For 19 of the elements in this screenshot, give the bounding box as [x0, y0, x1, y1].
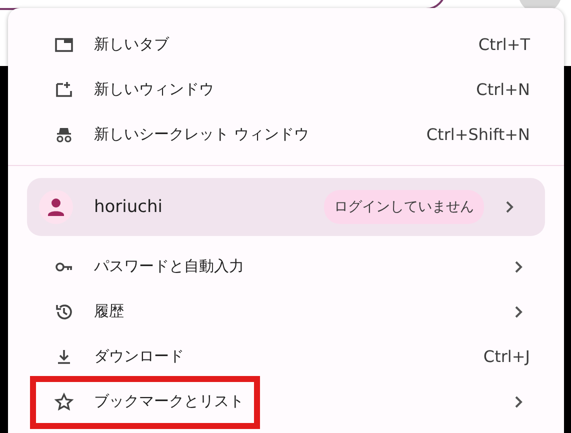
person-icon — [39, 190, 73, 224]
menu-item[interactable]: ブックマークとリスト — [30, 379, 554, 424]
menu-item[interactable]: 新しいウィンドウ Ctrl+N — [46, 67, 554, 112]
menu-item[interactable]: ダウンロード Ctrl+J — [46, 334, 554, 379]
shortcut-label: Ctrl+Shift+N — [426, 125, 530, 144]
profile-name: horiuchi — [94, 197, 164, 217]
chevron-icon — [504, 200, 516, 214]
history-icon — [54, 302, 74, 322]
new-window-icon — [54, 80, 74, 100]
menu-item[interactable]: 新しいシークレット ウィンドウ Ctrl+Shift+N — [46, 112, 554, 157]
shortcut-label: Ctrl+N — [476, 80, 530, 99]
menu-item[interactable]: 新しいタブ Ctrl+T — [46, 22, 554, 67]
shortcut-label: Ctrl+T — [478, 35, 530, 54]
sign-in-status: ログインしていません — [324, 190, 484, 224]
shortcut-label: Ctrl+J — [483, 347, 530, 366]
profile-card[interactable]: horiuchi ログインしていません — [27, 178, 545, 236]
star-icon — [54, 392, 74, 412]
menu-item[interactable]: パスワードと自動入力 — [46, 244, 554, 289]
menu-item[interactable]: 履歴 — [46, 289, 554, 334]
